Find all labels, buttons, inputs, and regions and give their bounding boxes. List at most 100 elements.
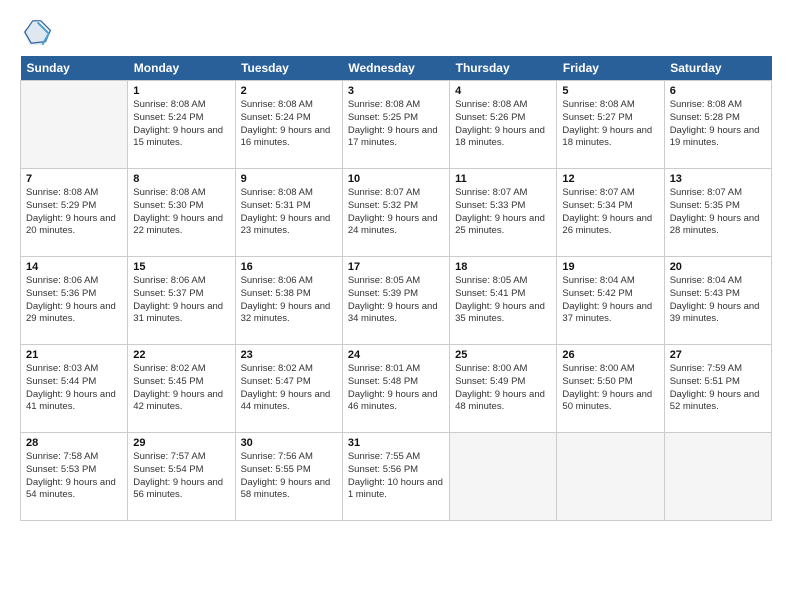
weekday-header-cell: Tuesday bbox=[235, 56, 342, 81]
day-number: 31 bbox=[348, 437, 444, 449]
calendar-day-cell: 22 Sunrise: 8:02 AMSunset: 5:45 PMDaylig… bbox=[128, 345, 235, 433]
day-number: 26 bbox=[562, 349, 658, 361]
day-info: Sunrise: 8:06 AMSunset: 5:38 PMDaylight:… bbox=[241, 275, 337, 326]
day-number: 13 bbox=[670, 173, 766, 185]
calendar-day-cell: 24 Sunrise: 8:01 AMSunset: 5:48 PMDaylig… bbox=[342, 345, 449, 433]
day-number: 2 bbox=[241, 85, 337, 97]
day-number: 18 bbox=[455, 261, 551, 273]
day-info: Sunrise: 8:00 AMSunset: 5:50 PMDaylight:… bbox=[562, 363, 658, 414]
day-info: Sunrise: 8:08 AMSunset: 5:27 PMDaylight:… bbox=[562, 99, 658, 150]
day-info: Sunrise: 8:04 AMSunset: 5:42 PMDaylight:… bbox=[562, 275, 658, 326]
day-number: 19 bbox=[562, 261, 658, 273]
calendar-day-cell bbox=[557, 433, 664, 521]
calendar-day-cell: 27 Sunrise: 7:59 AMSunset: 5:51 PMDaylig… bbox=[664, 345, 771, 433]
calendar-day-cell: 30 Sunrise: 7:56 AMSunset: 5:55 PMDaylig… bbox=[235, 433, 342, 521]
day-number: 14 bbox=[26, 261, 122, 273]
calendar-table: SundayMondayTuesdayWednesdayThursdayFrid… bbox=[20, 56, 772, 521]
calendar-day-cell: 10 Sunrise: 8:07 AMSunset: 5:32 PMDaylig… bbox=[342, 169, 449, 257]
day-info: Sunrise: 8:06 AMSunset: 5:37 PMDaylight:… bbox=[133, 275, 229, 326]
day-number: 12 bbox=[562, 173, 658, 185]
day-info: Sunrise: 8:05 AMSunset: 5:39 PMDaylight:… bbox=[348, 275, 444, 326]
calendar-week-row: 7 Sunrise: 8:08 AMSunset: 5:29 PMDayligh… bbox=[21, 169, 772, 257]
calendar-day-cell: 8 Sunrise: 8:08 AMSunset: 5:30 PMDayligh… bbox=[128, 169, 235, 257]
day-info: Sunrise: 8:08 AMSunset: 5:25 PMDaylight:… bbox=[348, 99, 444, 150]
day-number: 10 bbox=[348, 173, 444, 185]
calendar-day-cell bbox=[450, 433, 557, 521]
day-number: 24 bbox=[348, 349, 444, 361]
calendar-day-cell: 5 Sunrise: 8:08 AMSunset: 5:27 PMDayligh… bbox=[557, 81, 664, 169]
calendar-day-cell: 4 Sunrise: 8:08 AMSunset: 5:26 PMDayligh… bbox=[450, 81, 557, 169]
day-number: 7 bbox=[26, 173, 122, 185]
day-number: 16 bbox=[241, 261, 337, 273]
logo bbox=[20, 16, 58, 48]
day-info: Sunrise: 7:57 AMSunset: 5:54 PMDaylight:… bbox=[133, 451, 229, 502]
calendar-day-cell: 12 Sunrise: 8:07 AMSunset: 5:34 PMDaylig… bbox=[557, 169, 664, 257]
day-info: Sunrise: 8:08 AMSunset: 5:30 PMDaylight:… bbox=[133, 187, 229, 238]
day-number: 5 bbox=[562, 85, 658, 97]
day-number: 25 bbox=[455, 349, 551, 361]
day-info: Sunrise: 8:01 AMSunset: 5:48 PMDaylight:… bbox=[348, 363, 444, 414]
calendar-day-cell: 3 Sunrise: 8:08 AMSunset: 5:25 PMDayligh… bbox=[342, 81, 449, 169]
day-info: Sunrise: 7:58 AMSunset: 5:53 PMDaylight:… bbox=[26, 451, 122, 502]
day-number: 1 bbox=[133, 85, 229, 97]
calendar-body: 1 Sunrise: 8:08 AMSunset: 5:24 PMDayligh… bbox=[21, 81, 772, 521]
day-number: 4 bbox=[455, 85, 551, 97]
weekday-header-cell: Saturday bbox=[664, 56, 771, 81]
day-number: 23 bbox=[241, 349, 337, 361]
day-number: 21 bbox=[26, 349, 122, 361]
calendar-day-cell: 17 Sunrise: 8:05 AMSunset: 5:39 PMDaylig… bbox=[342, 257, 449, 345]
calendar-day-cell: 23 Sunrise: 8:02 AMSunset: 5:47 PMDaylig… bbox=[235, 345, 342, 433]
day-number: 8 bbox=[133, 173, 229, 185]
day-info: Sunrise: 7:56 AMSunset: 5:55 PMDaylight:… bbox=[241, 451, 337, 502]
day-number: 9 bbox=[241, 173, 337, 185]
calendar-day-cell: 6 Sunrise: 8:08 AMSunset: 5:28 PMDayligh… bbox=[664, 81, 771, 169]
day-info: Sunrise: 8:08 AMSunset: 5:24 PMDaylight:… bbox=[133, 99, 229, 150]
day-number: 28 bbox=[26, 437, 122, 449]
calendar-day-cell bbox=[664, 433, 771, 521]
calendar-day-cell: 16 Sunrise: 8:06 AMSunset: 5:38 PMDaylig… bbox=[235, 257, 342, 345]
calendar-week-row: 28 Sunrise: 7:58 AMSunset: 5:53 PMDaylig… bbox=[21, 433, 772, 521]
day-number: 22 bbox=[133, 349, 229, 361]
calendar-day-cell: 29 Sunrise: 7:57 AMSunset: 5:54 PMDaylig… bbox=[128, 433, 235, 521]
calendar-day-cell: 25 Sunrise: 8:00 AMSunset: 5:49 PMDaylig… bbox=[450, 345, 557, 433]
day-number: 17 bbox=[348, 261, 444, 273]
calendar-day-cell: 7 Sunrise: 8:08 AMSunset: 5:29 PMDayligh… bbox=[21, 169, 128, 257]
day-info: Sunrise: 8:07 AMSunset: 5:33 PMDaylight:… bbox=[455, 187, 551, 238]
day-info: Sunrise: 8:07 AMSunset: 5:32 PMDaylight:… bbox=[348, 187, 444, 238]
day-info: Sunrise: 7:59 AMSunset: 5:51 PMDaylight:… bbox=[670, 363, 766, 414]
calendar-day-cell: 21 Sunrise: 8:03 AMSunset: 5:44 PMDaylig… bbox=[21, 345, 128, 433]
day-number: 30 bbox=[241, 437, 337, 449]
logo-icon bbox=[20, 16, 52, 48]
day-number: 3 bbox=[348, 85, 444, 97]
day-info: Sunrise: 8:07 AMSunset: 5:34 PMDaylight:… bbox=[562, 187, 658, 238]
day-info: Sunrise: 8:07 AMSunset: 5:35 PMDaylight:… bbox=[670, 187, 766, 238]
day-info: Sunrise: 8:08 AMSunset: 5:29 PMDaylight:… bbox=[26, 187, 122, 238]
day-info: Sunrise: 7:55 AMSunset: 5:56 PMDaylight:… bbox=[348, 451, 444, 502]
day-number: 6 bbox=[670, 85, 766, 97]
day-info: Sunrise: 8:06 AMSunset: 5:36 PMDaylight:… bbox=[26, 275, 122, 326]
day-info: Sunrise: 8:04 AMSunset: 5:43 PMDaylight:… bbox=[670, 275, 766, 326]
calendar-day-cell: 2 Sunrise: 8:08 AMSunset: 5:24 PMDayligh… bbox=[235, 81, 342, 169]
day-info: Sunrise: 8:02 AMSunset: 5:47 PMDaylight:… bbox=[241, 363, 337, 414]
weekday-header: SundayMondayTuesdayWednesdayThursdayFrid… bbox=[21, 56, 772, 81]
header bbox=[20, 16, 772, 48]
day-info: Sunrise: 8:03 AMSunset: 5:44 PMDaylight:… bbox=[26, 363, 122, 414]
calendar-week-row: 21 Sunrise: 8:03 AMSunset: 5:44 PMDaylig… bbox=[21, 345, 772, 433]
day-info: Sunrise: 8:08 AMSunset: 5:28 PMDaylight:… bbox=[670, 99, 766, 150]
calendar-day-cell: 31 Sunrise: 7:55 AMSunset: 5:56 PMDaylig… bbox=[342, 433, 449, 521]
calendar-day-cell: 9 Sunrise: 8:08 AMSunset: 5:31 PMDayligh… bbox=[235, 169, 342, 257]
calendar-week-row: 1 Sunrise: 8:08 AMSunset: 5:24 PMDayligh… bbox=[21, 81, 772, 169]
calendar-week-row: 14 Sunrise: 8:06 AMSunset: 5:36 PMDaylig… bbox=[21, 257, 772, 345]
day-info: Sunrise: 8:02 AMSunset: 5:45 PMDaylight:… bbox=[133, 363, 229, 414]
calendar-day-cell: 13 Sunrise: 8:07 AMSunset: 5:35 PMDaylig… bbox=[664, 169, 771, 257]
calendar-day-cell: 15 Sunrise: 8:06 AMSunset: 5:37 PMDaylig… bbox=[128, 257, 235, 345]
calendar-day-cell: 19 Sunrise: 8:04 AMSunset: 5:42 PMDaylig… bbox=[557, 257, 664, 345]
day-number: 20 bbox=[670, 261, 766, 273]
calendar-day-cell: 28 Sunrise: 7:58 AMSunset: 5:53 PMDaylig… bbox=[21, 433, 128, 521]
calendar-day-cell bbox=[21, 81, 128, 169]
weekday-header-cell: Friday bbox=[557, 56, 664, 81]
day-number: 15 bbox=[133, 261, 229, 273]
day-info: Sunrise: 8:00 AMSunset: 5:49 PMDaylight:… bbox=[455, 363, 551, 414]
page: SundayMondayTuesdayWednesdayThursdayFrid… bbox=[0, 0, 792, 612]
weekday-header-cell: Sunday bbox=[21, 56, 128, 81]
